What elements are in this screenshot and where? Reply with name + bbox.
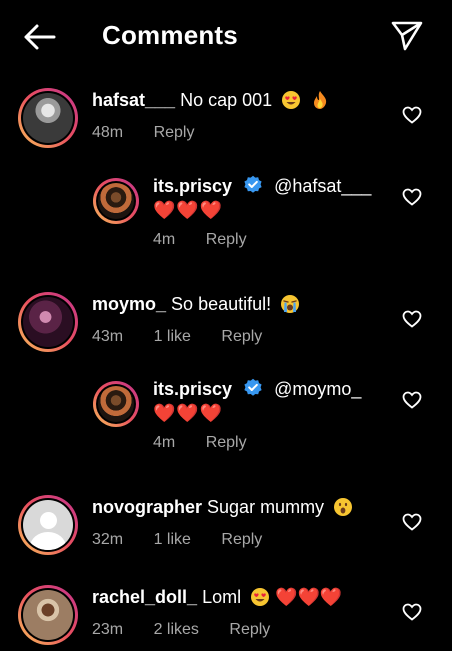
- comment-text: rachel_doll_ Loml ❤️❤️❤️: [92, 587, 342, 608]
- username[interactable]: hafsat___: [92, 90, 175, 110]
- page-title: Comments: [102, 20, 238, 50]
- reply-item: its.priscy @moymo_ ❤️❤️❤️ 4m Reply: [0, 378, 452, 457]
- reply-button[interactable]: Reply: [221, 531, 262, 548]
- verified-badge-icon: [244, 378, 262, 396]
- reply-button[interactable]: Reply: [229, 621, 270, 638]
- heart-icon[interactable]: [402, 603, 422, 621]
- timestamp: 32m: [92, 531, 124, 548]
- avatar[interactable]: [93, 381, 139, 427]
- paper-plane-icon[interactable]: [390, 18, 424, 52]
- heart-icon[interactable]: [402, 391, 422, 409]
- comment-meta: 4m Reply: [153, 434, 273, 452]
- comment-text: novographer Sugar mummy: [92, 497, 353, 518]
- username[interactable]: moymo_: [92, 294, 166, 314]
- comment-text: its.priscy @hafsat___: [153, 175, 371, 197]
- username[interactable]: its.priscy: [153, 379, 232, 399]
- comment-item: moymo_ So beautiful! 43m 1 like Reply: [0, 292, 452, 356]
- heart-icon[interactable]: [402, 188, 422, 206]
- avatar[interactable]: [18, 292, 78, 352]
- comment-body: Loml: [202, 587, 242, 607]
- avatar[interactable]: [18, 495, 78, 555]
- arrow-left-icon[interactable]: [22, 22, 56, 52]
- avatar[interactable]: [18, 88, 78, 148]
- comment-meta: 4m Reply: [153, 231, 273, 249]
- header-bar: Comments: [0, 0, 452, 72]
- comment-item: novographer Sugar mummy 32m 1 like Reply: [0, 495, 452, 559]
- mention-link[interactable]: @hafsat___: [274, 176, 371, 196]
- comment-meta: 43m 1 like Reply: [92, 328, 288, 346]
- username[interactable]: novographer: [92, 497, 202, 517]
- timestamp: 48m: [92, 124, 124, 141]
- face-with-open-mouth-icon: [334, 498, 353, 516]
- comment-hearts: ❤️❤️❤️: [275, 587, 343, 607]
- comment-meta: 48m Reply: [92, 124, 220, 142]
- comment-text: its.priscy @moymo_: [153, 378, 361, 400]
- timestamp: 4m: [153, 231, 176, 248]
- avatar[interactable]: [93, 178, 139, 224]
- comment-body: So beautiful!: [171, 294, 272, 314]
- comment-body-line2: ❤️❤️❤️: [153, 403, 224, 423]
- timestamp: 43m: [92, 328, 124, 345]
- avatar[interactable]: [18, 585, 78, 645]
- comment-body-line2: ❤️❤️❤️: [153, 200, 224, 220]
- comment-meta: 32m 1 like Reply: [92, 531, 288, 549]
- smiling-face-with-heart-eyes-icon: [282, 91, 301, 109]
- comment-body: No cap 001: [180, 90, 273, 110]
- heart-icon[interactable]: [402, 513, 422, 531]
- comment-text: hafsat___ No cap 001: [92, 90, 330, 111]
- loudly-crying-face-icon: [281, 295, 300, 313]
- heart-icon[interactable]: [402, 310, 422, 328]
- fire-icon: [314, 91, 327, 109]
- like-count[interactable]: 1 like: [154, 531, 191, 548]
- comment-item: rachel_doll_ Loml ❤️❤️❤️ 23m 2 likes Rep…: [0, 585, 452, 649]
- reply-button[interactable]: Reply: [206, 434, 247, 451]
- timestamp: 4m: [153, 434, 176, 451]
- like-count[interactable]: 1 like: [154, 328, 191, 345]
- mention-link[interactable]: @moymo_: [274, 379, 361, 399]
- comment-text: moymo_ So beautiful!: [92, 294, 300, 315]
- timestamp: 23m: [92, 621, 124, 638]
- comment-meta: 23m 2 likes Reply: [92, 621, 296, 639]
- reply-button[interactable]: Reply: [206, 231, 247, 248]
- comment-body: Sugar mummy: [207, 497, 325, 517]
- reply-button[interactable]: Reply: [154, 124, 195, 141]
- reply-button[interactable]: Reply: [221, 328, 262, 345]
- username[interactable]: rachel_doll_: [92, 587, 197, 607]
- heart-icon[interactable]: [402, 106, 422, 124]
- like-count[interactable]: 2 likes: [154, 621, 199, 638]
- comment-item: hafsat___ No cap 001 48m Reply: [0, 88, 452, 152]
- username[interactable]: its.priscy: [153, 176, 232, 196]
- smiling-face-with-heart-eyes-icon: [251, 588, 270, 606]
- reply-item: its.priscy @hafsat___ ❤️❤️❤️ 4m Reply: [0, 175, 452, 254]
- verified-badge-icon: [244, 175, 262, 193]
